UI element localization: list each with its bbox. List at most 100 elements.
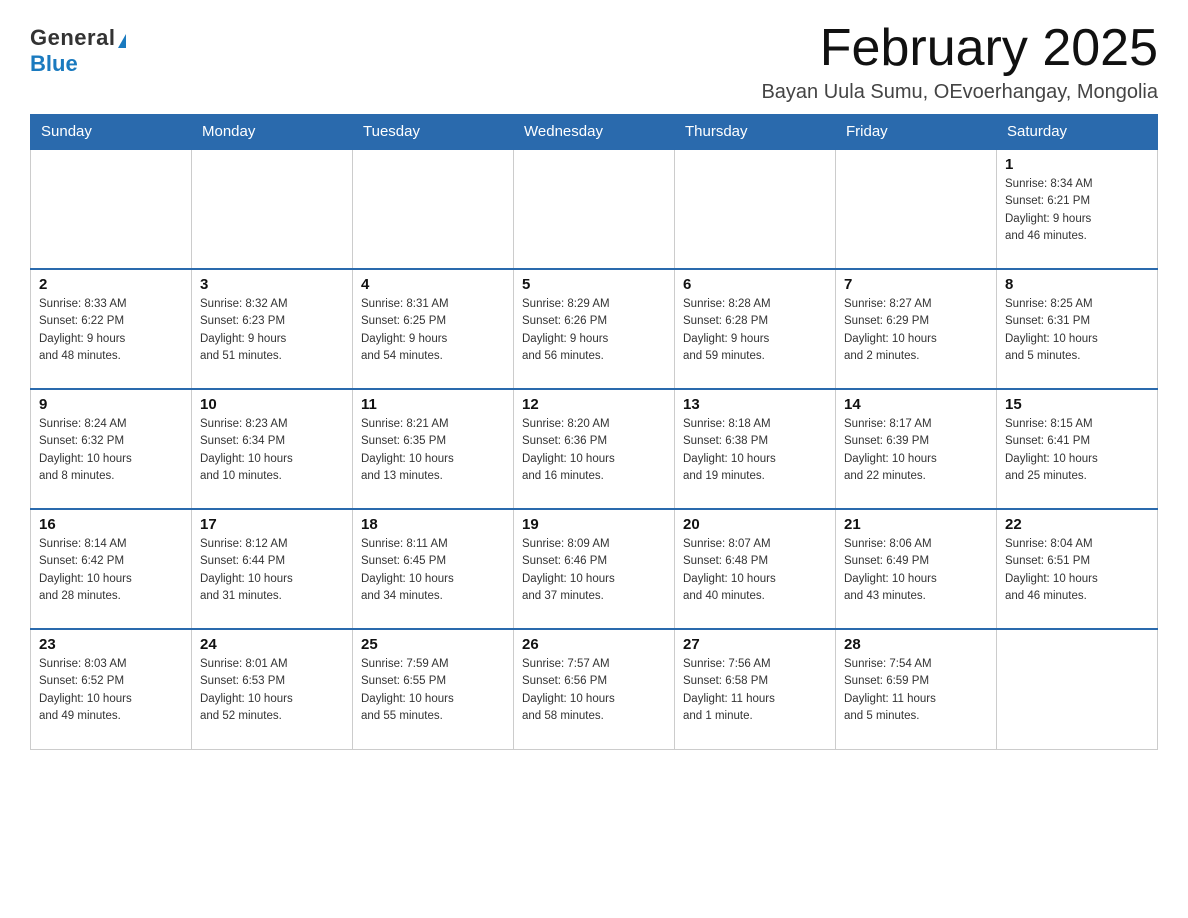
day-number: 24 [200,636,344,653]
day-info: Sunrise: 8:11 AMSunset: 6:45 PMDaylight:… [361,536,505,605]
day-number: 23 [39,636,183,653]
day-info: Sunrise: 7:57 AMSunset: 6:56 PMDaylight:… [522,656,666,725]
calendar-cell-week1-day5 [836,149,997,269]
day-info: Sunrise: 8:32 AMSunset: 6:23 PMDaylight:… [200,296,344,365]
calendar-cell-week4-day5: 21 Sunrise: 8:06 AMSunset: 6:49 PMDayligh… [836,509,997,629]
day-info: Sunrise: 7:54 AMSunset: 6:59 PMDaylight:… [844,656,988,725]
day-number: 2 [39,276,183,293]
calendar-cell-week5-day5: 28 Sunrise: 7:54 AMSunset: 6:59 PMDayligh… [836,629,997,749]
day-info: Sunrise: 8:24 AMSunset: 6:32 PMDaylight:… [39,416,183,485]
header-monday: Monday [192,115,353,150]
logo-blue-text: Blue [30,51,78,76]
day-number: 20 [683,516,827,533]
logo: General Blue [30,20,126,77]
day-info: Sunrise: 8:25 AMSunset: 6:31 PMDaylight:… [1005,296,1149,365]
day-number: 12 [522,396,666,413]
day-info: Sunrise: 8:15 AMSunset: 6:41 PMDaylight:… [1005,416,1149,485]
day-info: Sunrise: 8:33 AMSunset: 6:22 PMDaylight:… [39,296,183,365]
day-number: 13 [683,396,827,413]
day-number: 28 [844,636,988,653]
calendar-week-2: 2 Sunrise: 8:33 AMSunset: 6:22 PMDaylight… [31,269,1158,389]
calendar-week-1: 1 Sunrise: 8:34 AMSunset: 6:21 PMDaylight… [31,149,1158,269]
calendar-cell-week3-day3: 12 Sunrise: 8:20 AMSunset: 6:36 PMDayligh… [514,389,675,509]
header-saturday: Saturday [997,115,1158,150]
day-number: 26 [522,636,666,653]
calendar-cell-week1-day1 [192,149,353,269]
calendar-cell-week2-day2: 4 Sunrise: 8:31 AMSunset: 6:25 PMDaylight… [353,269,514,389]
day-info: Sunrise: 8:14 AMSunset: 6:42 PMDaylight:… [39,536,183,605]
calendar-cell-week3-day5: 14 Sunrise: 8:17 AMSunset: 6:39 PMDayligh… [836,389,997,509]
day-number: 25 [361,636,505,653]
month-title: February 2025 [761,20,1158,77]
calendar-cell-week2-day6: 8 Sunrise: 8:25 AMSunset: 6:31 PMDaylight… [997,269,1158,389]
calendar-cell-week4-day1: 17Sunrise: 8:12 AMSunset: 6:44 PMDayligh… [192,509,353,629]
calendar-cell-week3-day1: 10Sunrise: 8:23 AMSunset: 6:34 PMDayligh… [192,389,353,509]
calendar-table: Sunday Monday Tuesday Wednesday Thursday… [30,114,1158,750]
calendar-cell-week5-day2: 25 Sunrise: 7:59 AMSunset: 6:55 PMDayligh… [353,629,514,749]
header-thursday: Thursday [675,115,836,150]
calendar-cell-week2-day5: 7 Sunrise: 8:27 AMSunset: 6:29 PMDaylight… [836,269,997,389]
logo-general-row: General [30,25,126,51]
day-number: 3 [200,276,344,293]
day-info: Sunrise: 8:07 AMSunset: 6:48 PMDaylight:… [683,536,827,605]
day-info: Sunrise: 8:28 AMSunset: 6:28 PMDaylight:… [683,296,827,365]
page-header: General Blue February 2025 Bayan Uula Su… [30,20,1158,104]
day-number: 6 [683,276,827,293]
day-info: Sunrise: 8:18 AMSunset: 6:38 PMDaylight:… [683,416,827,485]
calendar-cell-week4-day2: 18 Sunrise: 8:11 AMSunset: 6:45 PMDayligh… [353,509,514,629]
calendar-cell-week1-day6: 1 Sunrise: 8:34 AMSunset: 6:21 PMDaylight… [997,149,1158,269]
calendar-cell-week3-day2: 11 Sunrise: 8:21 AMSunset: 6:35 PMDayligh… [353,389,514,509]
calendar-cell-week1-day2 [353,149,514,269]
day-number: 14 [844,396,988,413]
calendar-cell-week5-day6 [997,629,1158,749]
day-info: Sunrise: 8:01 AMSunset: 6:53 PMDaylight:… [200,656,344,725]
calendar-cell-week5-day3: 26 Sunrise: 7:57 AMSunset: 6:56 PMDayligh… [514,629,675,749]
day-info: Sunrise: 8:23 AMSunset: 6:34 PMDaylight:… [200,416,344,485]
header-sunday: Sunday [31,115,192,150]
day-number: 8 [1005,276,1149,293]
logo-triangle-icon [118,34,126,48]
day-info: Sunrise: 8:03 AMSunset: 6:52 PMDaylight:… [39,656,183,725]
calendar-cell-week1-day4 [675,149,836,269]
calendar-cell-week2-day3: 5Sunrise: 8:29 AMSunset: 6:26 PMDaylight… [514,269,675,389]
day-number: 21 [844,516,988,533]
day-info: Sunrise: 8:31 AMSunset: 6:25 PMDaylight:… [361,296,505,365]
calendar-week-5: 23 Sunrise: 8:03 AMSunset: 6:52 PMDayligh… [31,629,1158,749]
header-friday: Friday [836,115,997,150]
calendar-cell-week4-day4: 20 Sunrise: 8:07 AMSunset: 6:48 PMDayligh… [675,509,836,629]
day-number: 4 [361,276,505,293]
day-number: 22 [1005,516,1149,533]
day-number: 19 [522,516,666,533]
logo-blue-row: Blue [30,51,78,77]
calendar-week-3: 9Sunrise: 8:24 AMSunset: 6:32 PMDaylight… [31,389,1158,509]
calendar-cell-week2-day4: 6 Sunrise: 8:28 AMSunset: 6:28 PMDaylight… [675,269,836,389]
day-info: Sunrise: 8:29 AMSunset: 6:26 PMDaylight:… [522,296,666,365]
calendar-cell-week2-day1: 3 Sunrise: 8:32 AMSunset: 6:23 PMDaylight… [192,269,353,389]
calendar-cell-week4-day3: 19 Sunrise: 8:09 AMSunset: 6:46 PMDayligh… [514,509,675,629]
day-info: Sunrise: 8:04 AMSunset: 6:51 PMDaylight:… [1005,536,1149,605]
day-info: Sunrise: 8:09 AMSunset: 6:46 PMDaylight:… [522,536,666,605]
calendar-cell-week5-day0: 23 Sunrise: 8:03 AMSunset: 6:52 PMDayligh… [31,629,192,749]
day-number: 11 [361,396,505,413]
day-info: Sunrise: 8:20 AMSunset: 6:36 PMDaylight:… [522,416,666,485]
day-number: 17 [200,516,344,533]
day-number: 27 [683,636,827,653]
day-number: 16 [39,516,183,533]
day-info: Sunrise: 8:17 AMSunset: 6:39 PMDaylight:… [844,416,988,485]
calendar-cell-week3-day6: 15 Sunrise: 8:15 AMSunset: 6:41 PMDayligh… [997,389,1158,509]
day-info: Sunrise: 8:34 AMSunset: 6:21 PMDaylight:… [1005,176,1149,245]
header-wednesday: Wednesday [514,115,675,150]
day-info: Sunrise: 8:27 AMSunset: 6:29 PMDaylight:… [844,296,988,365]
calendar-cell-week3-day4: 13 Sunrise: 8:18 AMSunset: 6:38 PMDayligh… [675,389,836,509]
title-block: February 2025 Bayan Uula Sumu, OEvoerhan… [761,20,1158,104]
day-info: Sunrise: 8:21 AMSunset: 6:35 PMDaylight:… [361,416,505,485]
day-info: Sunrise: 7:59 AMSunset: 6:55 PMDaylight:… [361,656,505,725]
day-number: 7 [844,276,988,293]
calendar-cell-week2-day0: 2 Sunrise: 8:33 AMSunset: 6:22 PMDaylight… [31,269,192,389]
calendar-cell-week5-day4: 27Sunrise: 7:56 AMSunset: 6:58 PMDayligh… [675,629,836,749]
day-number: 15 [1005,396,1149,413]
day-number: 18 [361,516,505,533]
day-number: 1 [1005,156,1149,173]
header-tuesday: Tuesday [353,115,514,150]
day-info: Sunrise: 8:06 AMSunset: 6:49 PMDaylight:… [844,536,988,605]
